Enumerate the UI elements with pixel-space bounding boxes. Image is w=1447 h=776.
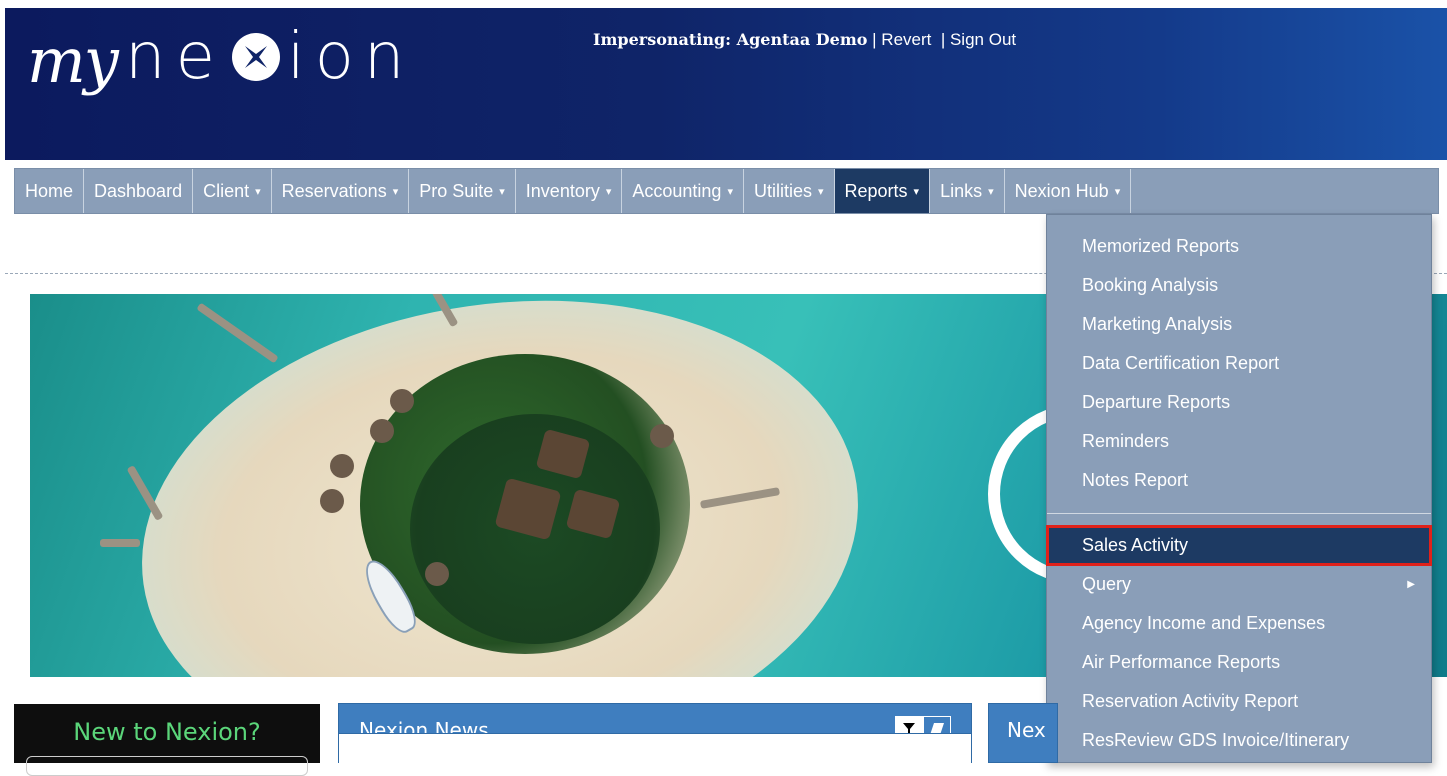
nav-nexion-hub[interactable]: Nexion Hub ▾ — [1005, 169, 1132, 213]
nav-client-label: Client — [203, 180, 250, 201]
caret-down-icon: ▾ — [255, 185, 261, 198]
submenu-arrow-icon: ▶ — [1407, 579, 1415, 590]
nav-reservations-label: Reservations — [281, 180, 387, 201]
user-bar: Impersonating: Agentaa Demo | Revert | S… — [593, 30, 1016, 50]
jetty — [196, 302, 279, 364]
menu-item-resreview-gds[interactable]: ResReview GDS Invoice/Itinerary — [1047, 721, 1431, 760]
nav-pro-suite-label: Pro Suite — [419, 180, 494, 201]
main-navbar: Home Dashboard Client ▾ Reservations ▾ Pro… — [14, 168, 1439, 214]
menu-item-query-label: Query — [1082, 574, 1132, 594]
nav-dashboard[interactable]: Dashboard — [84, 169, 194, 213]
umbrella — [370, 419, 394, 443]
nav-utilities[interactable]: Utilities ▾ — [744, 169, 835, 213]
nav-links-label: Links — [940, 180, 983, 201]
impersonating-text: Impersonating: Agentaa Demo — [593, 30, 868, 49]
logo-nexion-right: ion — [286, 20, 415, 94]
nav-accounting-label: Accounting — [632, 180, 722, 201]
menu-item-data-certification-report[interactable]: Data Certification Report — [1047, 344, 1431, 383]
new-to-nexion-video-frame — [26, 756, 308, 776]
logo-my: my — [27, 24, 119, 97]
jetty — [100, 539, 140, 547]
user-bar-separator: | — [867, 30, 882, 49]
umbrella — [650, 424, 674, 448]
menu-item-agency-income-expenses[interactable]: Agency Income and Expenses — [1047, 604, 1431, 643]
nav-reservations[interactable]: Reservations ▾ — [272, 169, 410, 213]
new-to-nexion-title: New to Nexion? — [73, 718, 261, 746]
menu-item-memorized-reports[interactable]: Memorized Reports — [1047, 227, 1431, 266]
user-bar-separator-2: | — [931, 30, 950, 49]
umbrella — [425, 562, 449, 586]
menu-item-query[interactable]: Query ▶ — [1047, 565, 1431, 604]
nav-utilities-label: Utilities — [753, 180, 812, 201]
nav-dashboard-label: Dashboard — [94, 180, 183, 201]
nav-accounting[interactable]: Accounting ▾ — [622, 169, 744, 213]
nexion-news-body — [339, 733, 971, 763]
nav-reports[interactable]: Reports ▾ — [834, 169, 931, 213]
new-to-nexion-panel[interactable]: New to Nexion? — [14, 704, 320, 776]
nav-reports-label: Reports — [844, 180, 908, 201]
menu-item-marketing-analysis[interactable]: Marketing Analysis — [1047, 305, 1431, 344]
caret-down-icon: ▾ — [605, 185, 612, 198]
caret-down-icon: ▾ — [988, 185, 994, 198]
nav-home[interactable]: Home — [15, 169, 85, 213]
nex-panel: Nex — [988, 703, 1058, 763]
menu-item-sales-activity[interactable]: Sales Activity — [1046, 525, 1432, 566]
sign-out-link[interactable]: Sign Out — [950, 30, 1016, 49]
nex-panel-title: Nex — [1007, 718, 1046, 742]
nav-inventory[interactable]: Inventory ▾ — [516, 169, 623, 213]
nav-home-label: Home — [25, 180, 74, 201]
menu-item-reminders[interactable]: Reminders — [1047, 422, 1431, 461]
nav-pro-suite[interactable]: Pro Suite ▾ — [409, 169, 516, 213]
caret-down-icon: ▾ — [392, 185, 399, 198]
top-border — [0, 0, 1447, 8]
logo-nexion: ne ion — [125, 20, 414, 94]
caret-down-icon: ▾ — [727, 185, 733, 198]
caret-down-icon: ▾ — [1114, 185, 1121, 198]
nav-nexion-hub-label: Nexion Hub — [1014, 180, 1109, 201]
nav-client[interactable]: Client ▾ — [193, 169, 272, 213]
logo-x-icon — [231, 33, 280, 81]
caret-down-icon: ▾ — [499, 185, 505, 198]
umbrella — [320, 489, 344, 513]
menu-item-notes-report[interactable]: Notes Report — [1047, 461, 1431, 500]
caret-down-icon: ▾ — [913, 185, 920, 198]
umbrella — [390, 389, 414, 413]
logo-nexion-left: ne — [125, 20, 225, 94]
menu-item-air-performance-reports[interactable]: Air Performance Reports — [1047, 643, 1431, 682]
nav-inventory-label: Inventory — [525, 180, 600, 201]
caret-down-icon: ▾ — [817, 185, 824, 198]
nav-links[interactable]: Links ▾ — [930, 169, 1005, 213]
menu-item-reservation-activity-report[interactable]: Reservation Activity Report — [1047, 682, 1431, 721]
nexion-news-panel: Nexion News — [338, 703, 972, 763]
umbrella — [330, 454, 354, 478]
revert-link[interactable]: Revert — [881, 30, 931, 49]
reports-dropdown-menu: Memorized Reports Booking Analysis Marke… — [1046, 214, 1432, 763]
header: my ne ion Impersonating: Agentaa Demo | … — [5, 8, 1447, 160]
menu-separator — [1047, 513, 1431, 514]
menu-item-booking-analysis[interactable]: Booking Analysis — [1047, 266, 1431, 305]
menu-item-departure-reports[interactable]: Departure Reports — [1047, 383, 1431, 422]
